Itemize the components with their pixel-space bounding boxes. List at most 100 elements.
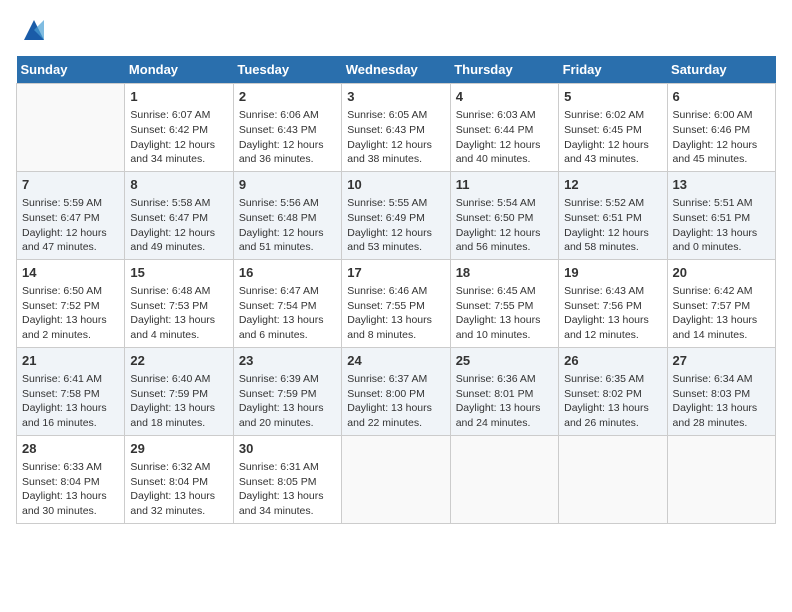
day-number: 6 — [673, 88, 770, 106]
calendar-cell: 7 Sunrise: 5:59 AMSunset: 6:47 PMDaylight… — [17, 171, 125, 259]
day-info: Sunrise: 6:50 AMSunset: 7:52 PMDaylight:… — [22, 284, 119, 343]
calendar-cell: 21 Sunrise: 6:41 AMSunset: 7:58 PMDayligh… — [17, 347, 125, 435]
day-number: 4 — [456, 88, 553, 106]
calendar-cell: 12Sunrise: 5:52 AMSunset: 6:51 PMDayligh… — [559, 171, 667, 259]
day-info: Sunrise: 6:00 AMSunset: 6:46 PMDaylight:… — [673, 108, 770, 167]
day-info: Sunrise: 6:37 AMSunset: 8:00 PMDaylight:… — [347, 372, 444, 431]
day-info: Sunrise: 5:56 AMSunset: 6:48 PMDaylight:… — [239, 196, 336, 255]
calendar-week-3: 14 Sunrise: 6:50 AMSunset: 7:52 PMDayligh… — [17, 259, 776, 347]
day-number: 3 — [347, 88, 444, 106]
calendar-cell: 3 Sunrise: 6:05 AMSunset: 6:43 PMDaylight… — [342, 84, 450, 172]
calendar-cell: 23 Sunrise: 6:39 AMSunset: 7:59 PMDayligh… — [233, 347, 341, 435]
day-info: Sunrise: 6:35 AMSunset: 8:02 PMDaylight:… — [564, 372, 661, 431]
day-number: 9 — [239, 176, 336, 194]
calendar-cell — [559, 435, 667, 523]
calendar-cell: 16 Sunrise: 6:47 AMSunset: 7:54 PMDayligh… — [233, 259, 341, 347]
day-info: Sunrise: 5:59 AMSunset: 6:47 PMDaylight:… — [22, 196, 119, 255]
calendar-week-5: 28 Sunrise: 6:33 AMSunset: 8:04 PMDayligh… — [17, 435, 776, 523]
header-tuesday: Tuesday — [233, 56, 341, 84]
day-number: 2 — [239, 88, 336, 106]
day-number: 1 — [130, 88, 227, 106]
day-number: 19 — [564, 264, 661, 282]
calendar-week-1: 1 Sunrise: 6:07 AMSunset: 6:42 PMDaylight… — [17, 84, 776, 172]
day-info: Sunrise: 5:55 AMSunset: 6:49 PMDaylight:… — [347, 196, 444, 255]
header-sunday: Sunday — [17, 56, 125, 84]
calendar-cell: 17Sunrise: 6:46 AMSunset: 7:55 PMDayligh… — [342, 259, 450, 347]
calendar-cell: 28 Sunrise: 6:33 AMSunset: 8:04 PMDayligh… — [17, 435, 125, 523]
header-saturday: Saturday — [667, 56, 775, 84]
calendar-cell: 14 Sunrise: 6:50 AMSunset: 7:52 PMDayligh… — [17, 259, 125, 347]
day-info: Sunrise: 5:51 AMSunset: 6:51 PMDaylight:… — [673, 196, 770, 255]
calendar-cell: 11 Sunrise: 5:54 AMSunset: 6:50 PMDayligh… — [450, 171, 558, 259]
logo-icon — [20, 16, 48, 44]
day-info: Sunrise: 6:33 AMSunset: 8:04 PMDaylight:… — [22, 460, 119, 519]
calendar-header-row: SundayMondayTuesdayWednesdayThursdayFrid… — [17, 56, 776, 84]
day-number: 13 — [673, 176, 770, 194]
calendar-cell: 2 Sunrise: 6:06 AMSunset: 6:43 PMDaylight… — [233, 84, 341, 172]
day-number: 18 — [456, 264, 553, 282]
day-info: Sunrise: 6:06 AMSunset: 6:43 PMDaylight:… — [239, 108, 336, 167]
day-number: 15 — [130, 264, 227, 282]
calendar-cell: 15 Sunrise: 6:48 AMSunset: 7:53 PMDayligh… — [125, 259, 233, 347]
day-info: Sunrise: 6:03 AMSunset: 6:44 PMDaylight:… — [456, 108, 553, 167]
day-info: Sunrise: 5:58 AMSunset: 6:47 PMDaylight:… — [130, 196, 227, 255]
header-wednesday: Wednesday — [342, 56, 450, 84]
page-header — [16, 16, 776, 44]
day-number: 26 — [564, 352, 661, 370]
day-info: Sunrise: 5:54 AMSunset: 6:50 PMDaylight:… — [456, 196, 553, 255]
day-info: Sunrise: 6:42 AMSunset: 7:57 PMDaylight:… — [673, 284, 770, 343]
calendar-cell — [667, 435, 775, 523]
calendar-week-2: 7 Sunrise: 5:59 AMSunset: 6:47 PMDaylight… — [17, 171, 776, 259]
calendar-cell: 29 Sunrise: 6:32 AMSunset: 8:04 PMDayligh… — [125, 435, 233, 523]
day-info: Sunrise: 6:39 AMSunset: 7:59 PMDaylight:… — [239, 372, 336, 431]
day-number: 12 — [564, 176, 661, 194]
day-number: 5 — [564, 88, 661, 106]
day-info: Sunrise: 6:34 AMSunset: 8:03 PMDaylight:… — [673, 372, 770, 431]
day-number: 29 — [130, 440, 227, 458]
day-number: 10 — [347, 176, 444, 194]
calendar-cell: 24Sunrise: 6:37 AMSunset: 8:00 PMDayligh… — [342, 347, 450, 435]
day-number: 7 — [22, 176, 119, 194]
calendar-cell: 5Sunrise: 6:02 AMSunset: 6:45 PMDaylight… — [559, 84, 667, 172]
day-number: 28 — [22, 440, 119, 458]
day-number: 16 — [239, 264, 336, 282]
day-number: 8 — [130, 176, 227, 194]
calendar-cell: 22 Sunrise: 6:40 AMSunset: 7:59 PMDayligh… — [125, 347, 233, 435]
day-number: 14 — [22, 264, 119, 282]
day-info: Sunrise: 6:45 AMSunset: 7:55 PMDaylight:… — [456, 284, 553, 343]
calendar-cell: 20Sunrise: 6:42 AMSunset: 7:57 PMDayligh… — [667, 259, 775, 347]
calendar-cell: 1 Sunrise: 6:07 AMSunset: 6:42 PMDaylight… — [125, 84, 233, 172]
calendar-cell: 9 Sunrise: 5:56 AMSunset: 6:48 PMDaylight… — [233, 171, 341, 259]
day-info: Sunrise: 6:32 AMSunset: 8:04 PMDaylight:… — [130, 460, 227, 519]
day-info: Sunrise: 6:47 AMSunset: 7:54 PMDaylight:… — [239, 284, 336, 343]
header-friday: Friday — [559, 56, 667, 84]
calendar-cell — [450, 435, 558, 523]
day-info: Sunrise: 6:31 AMSunset: 8:05 PMDaylight:… — [239, 460, 336, 519]
day-info: Sunrise: 6:05 AMSunset: 6:43 PMDaylight:… — [347, 108, 444, 167]
calendar-cell: 30 Sunrise: 6:31 AMSunset: 8:05 PMDayligh… — [233, 435, 341, 523]
header-thursday: Thursday — [450, 56, 558, 84]
day-number: 27 — [673, 352, 770, 370]
calendar-table: SundayMondayTuesdayWednesdayThursdayFrid… — [16, 56, 776, 524]
calendar-cell: 10 Sunrise: 5:55 AMSunset: 6:49 PMDayligh… — [342, 171, 450, 259]
day-number: 11 — [456, 176, 553, 194]
calendar-cell: 25 Sunrise: 6:36 AMSunset: 8:01 PMDayligh… — [450, 347, 558, 435]
day-info: Sunrise: 6:48 AMSunset: 7:53 PMDaylight:… — [130, 284, 227, 343]
day-number: 22 — [130, 352, 227, 370]
calendar-cell: 18 Sunrise: 6:45 AMSunset: 7:55 PMDayligh… — [450, 259, 558, 347]
day-info: Sunrise: 6:40 AMSunset: 7:59 PMDaylight:… — [130, 372, 227, 431]
logo — [16, 16, 48, 44]
calendar-cell: 13 Sunrise: 5:51 AMSunset: 6:51 PMDayligh… — [667, 171, 775, 259]
calendar-week-4: 21 Sunrise: 6:41 AMSunset: 7:58 PMDayligh… — [17, 347, 776, 435]
calendar-cell: 6 Sunrise: 6:00 AMSunset: 6:46 PMDaylight… — [667, 84, 775, 172]
day-number: 30 — [239, 440, 336, 458]
day-number: 23 — [239, 352, 336, 370]
day-number: 25 — [456, 352, 553, 370]
day-info: Sunrise: 6:07 AMSunset: 6:42 PMDaylight:… — [130, 108, 227, 167]
header-monday: Monday — [125, 56, 233, 84]
day-info: Sunrise: 6:41 AMSunset: 7:58 PMDaylight:… — [22, 372, 119, 431]
day-info: Sunrise: 6:36 AMSunset: 8:01 PMDaylight:… — [456, 372, 553, 431]
day-number: 21 — [22, 352, 119, 370]
calendar-cell: 19Sunrise: 6:43 AMSunset: 7:56 PMDayligh… — [559, 259, 667, 347]
calendar-cell — [17, 84, 125, 172]
